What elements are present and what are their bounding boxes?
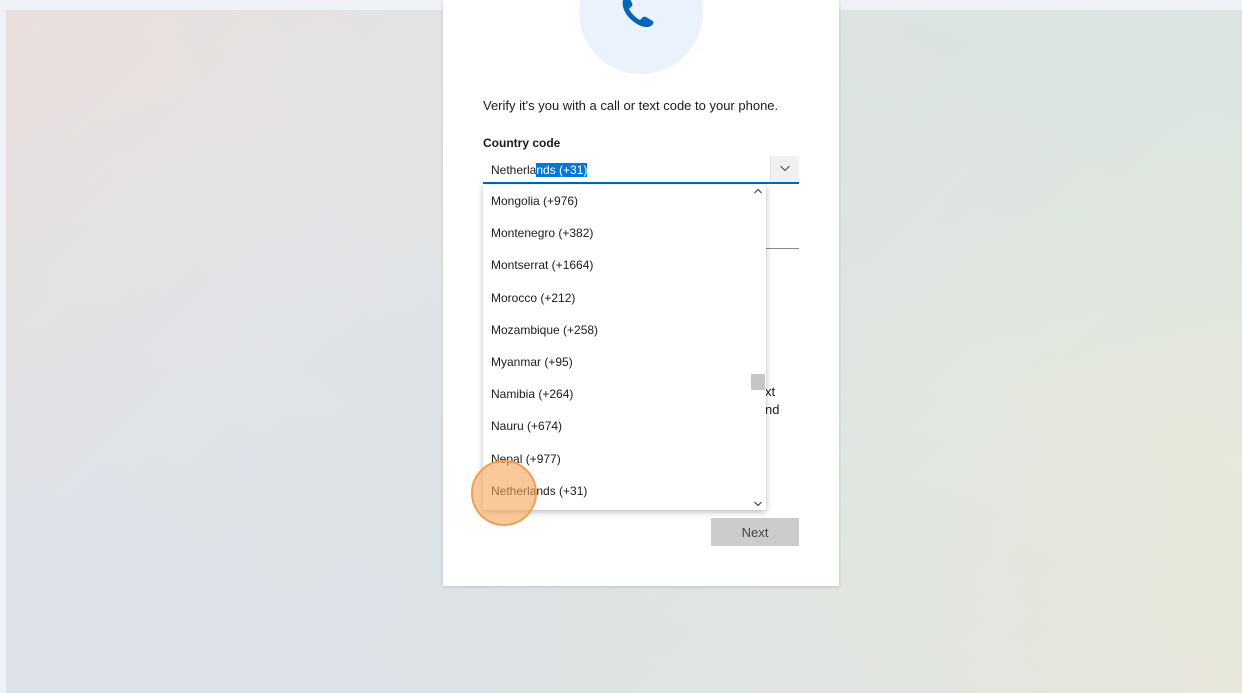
country-dropdown-list[interactable]: Mongolia (+976) Montenegro (+382) Montse… (483, 185, 766, 510)
partial-text-1: xt (765, 384, 776, 399)
next-button[interactable]: Next (711, 518, 799, 546)
country-option-namibia[interactable]: Namibia (+264) (483, 378, 751, 410)
country-option-morocco[interactable]: Morocco (+212) (483, 282, 751, 314)
selected-prefix: Netherla (491, 163, 537, 177)
verify-prompt: Verify it's you with a call or text code… (483, 98, 779, 113)
country-option-montserrat[interactable]: Montserrat (+1664) (483, 249, 751, 281)
country-option-myanmar[interactable]: Myanmar (+95) (483, 346, 751, 378)
country-option-montenegro[interactable]: Montenegro (+382) (483, 217, 751, 249)
country-code-label: Country code (483, 136, 561, 150)
country-code-value: Netherlands (+31) (491, 163, 588, 177)
country-option-nauru[interactable]: Nauru (+674) (483, 410, 751, 442)
country-options: Mongolia (+976) Montenegro (+382) Montse… (483, 185, 751, 507)
dropdown-toggle[interactable] (770, 156, 799, 182)
phone-icon (622, 0, 654, 28)
phone-number-underline (766, 248, 799, 249)
click-indicator (471, 460, 537, 526)
country-code-select[interactable]: Netherlands (+31) (483, 156, 799, 184)
country-option-mozambique[interactable]: Mozambique (+258) (483, 314, 751, 346)
dropdown-scrollbar[interactable] (750, 185, 766, 510)
partial-text-2: nd (765, 402, 780, 417)
selected-highlight: nds (+31) (536, 163, 588, 177)
scroll-up-arrow-icon[interactable] (754, 188, 762, 194)
phone-circle (579, 0, 703, 74)
chevron-down-icon (780, 165, 790, 172)
scroll-down-arrow-icon[interactable] (754, 501, 762, 507)
scrollbar-thumb[interactable] (751, 374, 765, 390)
country-option-mongolia[interactable]: Mongolia (+976) (483, 185, 751, 217)
